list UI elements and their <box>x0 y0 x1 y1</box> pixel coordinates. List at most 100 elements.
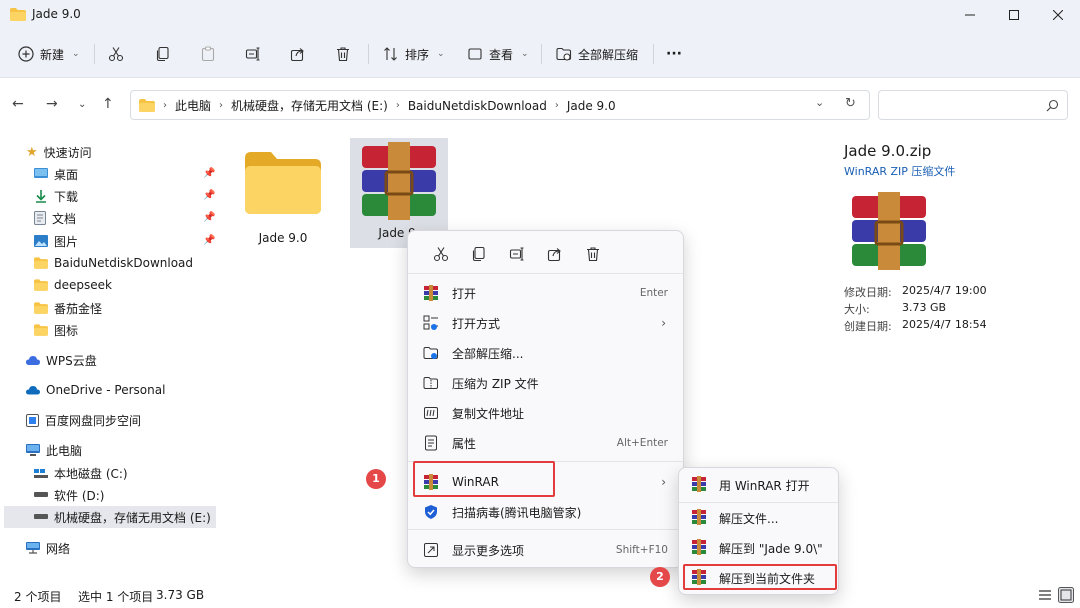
sidebar-item-baidu-sync[interactable]: 百度网盘同步空间 <box>26 409 141 431</box>
paste-icon <box>201 46 215 62</box>
search-input[interactable] <box>878 90 1068 120</box>
menu-item-scan-virus[interactable]: 扫描病毒(腾讯电脑管家) <box>416 498 676 526</box>
sidebar-item-deepseek[interactable]: deepseek <box>34 274 112 296</box>
rename-button[interactable] <box>498 243 536 265</box>
close-button[interactable] <box>1036 0 1080 30</box>
breadcrumb-baidunetdisk[interactable]: BaiduNetdiskDownload <box>408 99 547 113</box>
address-bar[interactable]: › 此电脑 › 机械硬盘，存储无用文档 (E:) › BaiduNetdiskD… <box>130 90 870 120</box>
menu-item-properties[interactable]: 属性 Alt+Enter <box>416 429 676 457</box>
winrar-icon <box>422 284 440 302</box>
menu-item-label: 全部解压缩... <box>452 346 524 361</box>
window-title: Jade 9.0 <box>32 7 81 21</box>
view-button[interactable]: 查看 ⌄ <box>467 40 529 68</box>
copy-button[interactable] <box>460 243 498 265</box>
breadcrumb-this-pc[interactable]: 此电脑 <box>175 97 211 114</box>
sidebar-item-tomato[interactable]: 番茄金怪 <box>34 297 102 319</box>
submenu-item-extract-files[interactable]: 解压文件... <box>685 504 835 532</box>
sidebar-item-this-pc[interactable]: 此电脑 <box>26 439 82 461</box>
status-selected-size: 3.73 GB <box>156 588 205 602</box>
chevron-down-icon: ⌄ <box>437 49 445 59</box>
new-button[interactable]: 新建 ⌄ <box>18 40 80 68</box>
sidebar-item-label: 下载 <box>54 189 79 204</box>
sidebar-item-documents[interactable]: 文档 <box>34 207 76 229</box>
up-arrow-icon[interactable]: ↑ <box>102 96 114 112</box>
properties-icon <box>422 434 440 452</box>
forward-arrow-icon[interactable]: → <box>46 96 58 112</box>
details-file-type: WinRAR ZIP 压缩文件 <box>844 165 956 178</box>
drive-icon <box>34 492 48 497</box>
menu-item-open-with[interactable]: 打开方式 › <box>416 309 676 337</box>
highlight-box-winrar <box>413 461 555 497</box>
onedrive-icon <box>26 386 40 395</box>
baidu-sync-icon <box>26 413 39 427</box>
star-icon: ★ <box>26 144 38 160</box>
submenu-item-label: 解压到 "Jade 9.0\" <box>719 541 823 556</box>
file-item-folder[interactable]: Jade 9.0 <box>238 144 328 254</box>
toolbar-divider <box>368 44 369 64</box>
rename-button[interactable] <box>245 40 261 68</box>
windows-drive-icon <box>34 469 48 478</box>
share-button[interactable] <box>290 40 306 68</box>
show-more-icon <box>422 541 440 559</box>
details-view-icon[interactable] <box>1038 588 1052 602</box>
sidebar-item-desktop[interactable]: 桌面 <box>34 163 78 185</box>
extract-all-label: 全部解压缩 <box>578 47 639 62</box>
more-button[interactable]: ··· <box>666 40 682 68</box>
copy-icon <box>156 46 169 62</box>
sidebar-item-wps[interactable]: WPS云盘 <box>26 349 97 371</box>
menu-item-label: 扫描病毒(腾讯电脑管家) <box>452 505 582 520</box>
details-pane: Jade 9.0.zip WinRAR ZIP 压缩文件 修改日期: 2025/… <box>830 132 1080 580</box>
extract-folder-icon <box>556 47 572 61</box>
submenu-item-extract-to-folder[interactable]: 解压到 "Jade 9.0\" <box>685 534 835 562</box>
extract-all-button[interactable]: 全部解压缩 <box>556 40 638 68</box>
pin-icon: 📌 <box>203 235 216 246</box>
share-icon <box>547 248 561 262</box>
status-bar: 2 个项目 选中 1 个项目 3.73 GB <box>0 582 1080 608</box>
cut-button[interactable] <box>422 243 460 265</box>
menu-item-open[interactable]: 打开 Enter <box>416 279 676 307</box>
desktop-icon <box>34 168 48 178</box>
sidebar-item-network[interactable]: 网络 <box>26 537 70 559</box>
sidebar-item-quick-access[interactable]: ★ 快速访问 <box>26 141 92 163</box>
sidebar-item-label: deepseek <box>54 278 112 292</box>
sidebar-item-drive-e[interactable]: 机械硬盘，存储无用文档 (E:) <box>4 506 216 528</box>
new-label: 新建 <box>40 47 65 62</box>
paste-button[interactable] <box>200 40 216 68</box>
menu-item-extract-all[interactable]: 全部解压缩... <box>416 339 676 367</box>
sidebar-item-pictures[interactable]: 图片 <box>34 230 78 252</box>
minimize-button[interactable] <box>948 0 992 30</box>
refresh-icon[interactable]: ↻ <box>845 96 856 111</box>
copy-button[interactable] <box>155 40 171 68</box>
sidebar-item-label: 本地磁盘 (C:) <box>54 466 128 481</box>
sort-button[interactable]: 排序 ⌄ <box>383 40 445 68</box>
share-button[interactable] <box>536 243 574 265</box>
address-dropdown-icon[interactable]: ⌄ <box>815 96 824 109</box>
sidebar-item-label: 此电脑 <box>46 443 83 458</box>
breadcrumb-drive-e[interactable]: 机械硬盘，存储无用文档 (E:) <box>231 97 388 114</box>
sort-label: 排序 <box>405 47 430 62</box>
recent-locations-icon[interactable]: ⌄ <box>78 99 86 110</box>
menu-item-show-more[interactable]: 显示更多选项 Shift+F10 <box>416 536 676 564</box>
winrar-icon <box>362 142 436 220</box>
sidebar-item-onedrive[interactable]: OneDrive - Personal <box>26 379 165 401</box>
chevron-right-icon: › <box>395 100 400 111</box>
menu-item-copy-path[interactable]: 复制文件地址 <box>416 399 676 427</box>
cut-button[interactable] <box>108 40 124 68</box>
submenu-item-open-with-winrar[interactable]: 用 WinRAR 打开 <box>685 471 835 499</box>
sidebar-item-drive-c[interactable]: 本地磁盘 (C:) <box>34 462 128 484</box>
menu-item-compress-zip[interactable]: 压缩为 ZIP 文件 <box>416 369 676 397</box>
sidebar-item-downloads[interactable]: 下载 <box>34 185 78 207</box>
folder-icon <box>34 257 48 269</box>
chevron-right-icon: › <box>163 100 167 111</box>
sidebar-item-baidunetdisk[interactable]: BaiduNetdiskDownload <box>34 252 193 274</box>
back-arrow-icon[interactable]: ← <box>12 96 24 112</box>
view-icon <box>468 48 482 60</box>
delete-button[interactable] <box>335 40 351 68</box>
tiles-view-icon[interactable] <box>1058 587 1074 603</box>
breadcrumb-jade[interactable]: Jade 9.0 <box>567 99 616 113</box>
folder-icon <box>10 8 26 21</box>
maximize-button[interactable] <box>992 0 1036 30</box>
delete-button[interactable] <box>574 243 612 265</box>
sidebar-item-drive-d[interactable]: 软件 (D:) <box>34 484 104 506</box>
sidebar-item-icons[interactable]: 图标 <box>34 319 78 341</box>
